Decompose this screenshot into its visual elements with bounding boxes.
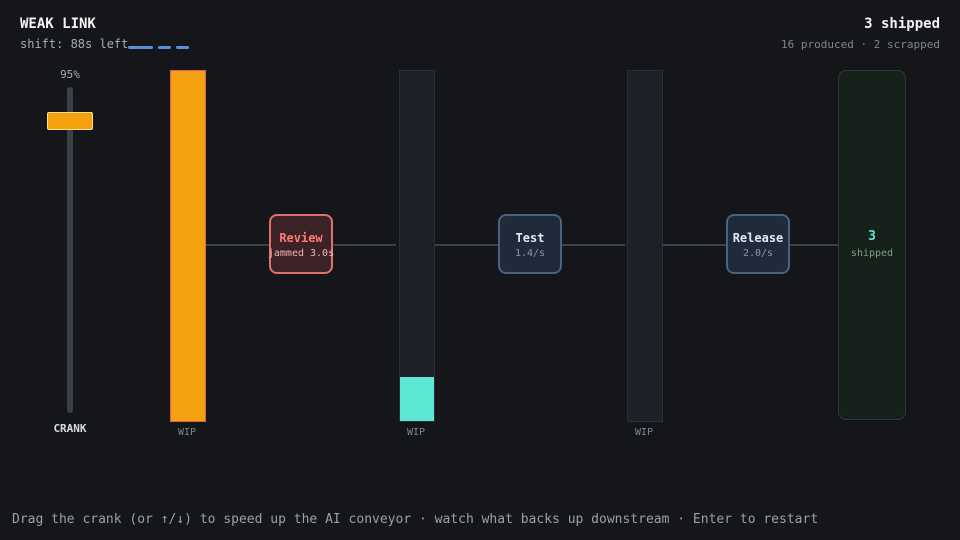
stage-name: Test (515, 231, 545, 245)
stage-review: Review jammed 3.0s (267, 214, 335, 274)
wip-label: WIP (406, 427, 426, 438)
wip-label: WIP (177, 427, 197, 438)
production-stats: 16 produced · 2 scrapped (781, 38, 940, 51)
bin-label: shipped (850, 248, 894, 259)
shift-dash (158, 46, 171, 49)
crank-track[interactable] (67, 87, 73, 413)
shift-timer: shift: 88s left (20, 37, 129, 51)
bin-count: 3 (868, 229, 876, 244)
crank-label: CRANK (53, 422, 87, 435)
stage-release: Release 2.0/s (726, 214, 790, 274)
shift-dash (176, 46, 189, 49)
stage-test: Test 1.4/s (498, 214, 562, 274)
wip-buffer-fill (171, 71, 205, 421)
shipped-bin: 3 shipped (838, 70, 906, 420)
game-title: WEAK LINK (20, 16, 96, 32)
controls-hint: Drag the crank (or ↑/↓) to speed up the … (12, 512, 819, 527)
stage-status: jammed 3.0s (267, 248, 335, 259)
stage-status: 1.4/s (514, 248, 546, 259)
wip-buffer-1 (170, 70, 206, 422)
wip-buffer-3 (627, 70, 663, 422)
stage-name: Release (732, 231, 784, 245)
crank-handle[interactable] (47, 112, 93, 131)
stage-status: 2.0/s (742, 248, 774, 259)
shift-dash (140, 46, 153, 49)
wip-label: WIP (634, 427, 654, 438)
wip-buffer-fill (400, 377, 434, 421)
stage-name: Review (279, 231, 323, 245)
crank-percent: 95% (60, 68, 80, 81)
wip-buffer-2 (399, 70, 435, 422)
shipped-count: 3 shipped (864, 16, 940, 32)
